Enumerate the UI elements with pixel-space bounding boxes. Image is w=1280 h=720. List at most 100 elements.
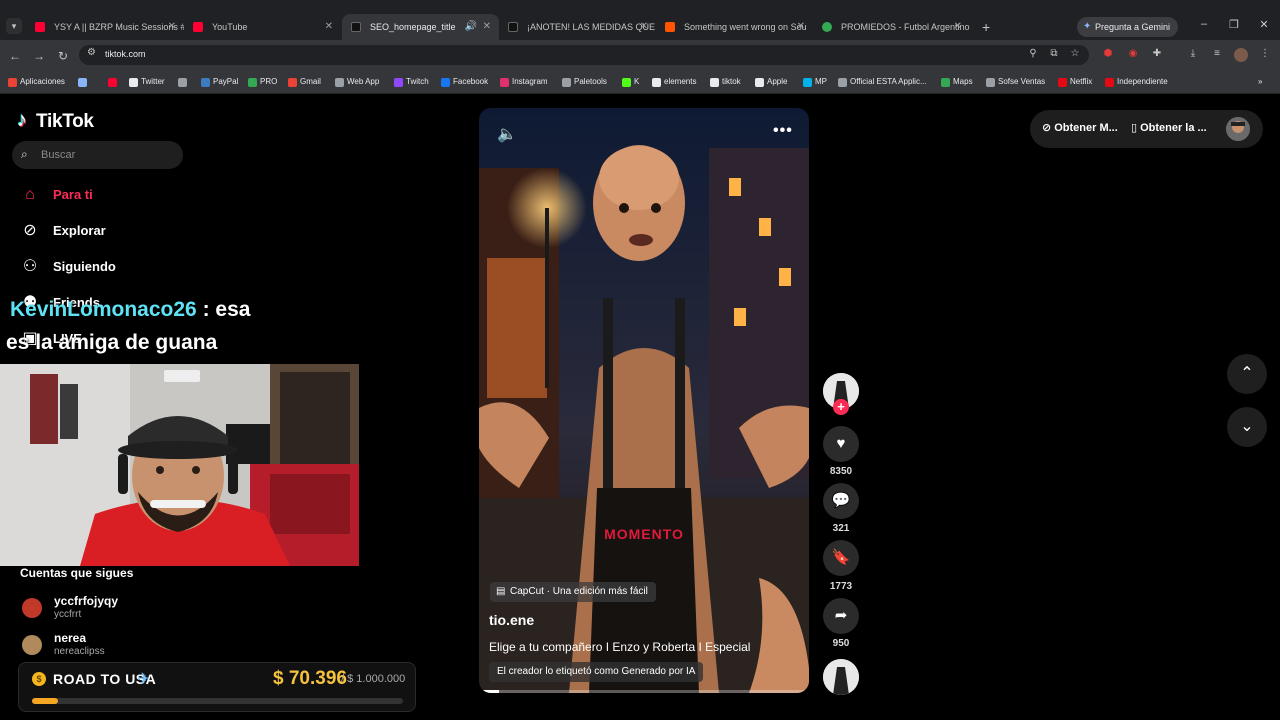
site-info-icon[interactable]: ⚙	[87, 47, 96, 58]
bookmark-star-icon[interactable]: ☆	[1068, 48, 1082, 62]
bookmark-item[interactable]: Web App	[335, 75, 379, 89]
menu-kebab-icon[interactable]: ⋮	[1258, 48, 1272, 62]
profile-avatar[interactable]	[1234, 48, 1248, 62]
extension-shield-icon[interactable]: ⬢	[1101, 48, 1115, 62]
browser-tab[interactable]: YouTube ✕	[184, 14, 341, 40]
video-player[interactable]: 🔈 ••• MOMENTO ▤ CapCut · Una edición más…	[479, 108, 809, 693]
bookmark-item[interactable]: MP	[803, 75, 827, 89]
bookmark-label: Official ESTA Applic...	[850, 77, 927, 86]
bookmark-item[interactable]: Maps	[941, 75, 973, 89]
more-bookmarks-icon[interactable]: »	[1246, 75, 1262, 89]
more-options-icon[interactable]: •••	[773, 122, 793, 140]
close-tab-icon[interactable]: ✕	[954, 14, 962, 40]
search-placeholder: Buscar	[41, 149, 76, 161]
share-button[interactable]: ➦	[823, 598, 859, 634]
logo-text: TikTok	[36, 111, 94, 132]
bookmark-item[interactable]: Sofse Ventas	[986, 75, 1045, 89]
get-app-button[interactable]: ▯ Obtener la ...	[1131, 121, 1207, 134]
account-name: yccfrfojyqy	[54, 594, 119, 608]
bookmark-item[interactable]: Aplicaciones	[8, 75, 65, 89]
close-tab-icon[interactable]: ✕	[483, 14, 491, 40]
follow-plus-button[interactable]: +	[833, 399, 849, 415]
bookmark-item[interactable]: K	[622, 75, 639, 89]
bookmark-favicon-icon	[1058, 78, 1067, 87]
bookmark-item[interactable]: Netflix	[1058, 75, 1092, 89]
video-progress-bar[interactable]	[479, 690, 809, 693]
following-account[interactable]: nerea nereaclipss	[20, 629, 220, 659]
zoom-icon[interactable]: ⚲	[1026, 48, 1040, 62]
tab-title: Something went wrong on Sou	[684, 22, 807, 32]
bookmark-item[interactable]: Gmail	[288, 75, 321, 89]
browser-tab[interactable]: ¡ANOTEN! LAS MEDIDAS QUE T ✕	[499, 14, 656, 40]
browser-tab[interactable]: PROMIEDOS - Futbol Argentino ✕	[813, 14, 970, 40]
top-right-actions: ⊘ Obtener M... ▯ Obtener la ...	[1030, 110, 1263, 148]
back-arrow-icon[interactable]: ←	[7, 48, 23, 64]
bookmark-label: elements	[664, 77, 697, 86]
bookmark-favicon-icon	[129, 78, 138, 87]
browser-tab[interactable]: YSY A || BZRP Music Sessions # ✕	[26, 14, 184, 40]
following-account[interactable]: yccfrfojyqy yccfrrt	[20, 592, 220, 622]
bookmark-item[interactable]	[108, 75, 120, 89]
bookmark-item[interactable]: Apple	[755, 75, 787, 89]
bookmark-item[interactable]: tiktok	[710, 75, 741, 89]
close-window-icon[interactable]: ✕	[1256, 18, 1272, 31]
extensions-puzzle-icon[interactable]: ✚	[1150, 48, 1164, 62]
nav-item-para-ti[interactable]: ⌂ Para ti	[20, 182, 220, 208]
bookmark-item[interactable]: Official ESTA Applic...	[838, 75, 927, 89]
webcam-image	[0, 364, 359, 566]
minimize-icon[interactable]: –	[1196, 18, 1212, 30]
bookmark-item[interactable]: Facebook	[441, 75, 488, 89]
comment-button[interactable]: 💬	[823, 483, 859, 519]
previous-video-button[interactable]: ⌃	[1227, 354, 1267, 394]
phone-icon: ▯	[1131, 122, 1138, 134]
close-tab-icon[interactable]: ✕	[640, 14, 648, 40]
next-video-button[interactable]: ⌄	[1227, 407, 1267, 447]
close-tab-icon[interactable]: ✕	[797, 14, 805, 40]
close-tab-icon[interactable]: ✕	[168, 14, 176, 40]
gemini-button[interactable]: ✦ Pregunta a Gemini	[1077, 17, 1179, 37]
forward-arrow-icon[interactable]: →	[31, 48, 47, 64]
bookmark-favicon-icon	[838, 78, 847, 87]
reload-icon[interactable]: ↻	[55, 48, 71, 64]
install-app-icon[interactable]: ⧉	[1047, 48, 1061, 62]
speaker-icon[interactable]: 🔊	[465, 14, 477, 40]
bookmark-item[interactable]: PRO	[248, 75, 277, 89]
volume-icon[interactable]: 🔈	[497, 124, 519, 146]
gemini-sparkle-icon: ✦	[1083, 21, 1092, 32]
bookmark-item[interactable]: Instagram	[500, 75, 548, 89]
close-tab-icon[interactable]: ✕	[325, 14, 333, 40]
browser-tab[interactable]: Something went wrong on Sou ✕	[656, 14, 813, 40]
bookmark-item[interactable]: PayPal	[201, 75, 238, 89]
sound-disc-image	[823, 659, 859, 695]
bookmark-item[interactable]	[178, 75, 190, 89]
media-control-icon[interactable]: ≡	[1210, 48, 1224, 62]
restore-icon[interactable]: ❐	[1226, 18, 1242, 31]
bookmark-item[interactable]: Paletools	[562, 75, 607, 89]
bookmark-favicon-icon	[986, 78, 995, 87]
bookmark-label: Aplicaciones	[20, 77, 65, 86]
new-tab-button[interactable]: +	[982, 14, 994, 40]
bookmark-item[interactable]: Independiente	[1105, 75, 1168, 89]
get-coins-button[interactable]: ⊘ Obtener M...	[1042, 121, 1118, 134]
video-author[interactable]: tio.ene	[489, 612, 534, 628]
capcut-badge[interactable]: ▤ CapCut · Una edición más fácil	[490, 582, 656, 602]
tab-search-button[interactable]: ▾	[6, 18, 22, 34]
sound-disc-avatar[interactable]	[823, 659, 859, 695]
browser-tab-active[interactable]: SEO_homepage_title 🔊 ✕	[342, 14, 499, 40]
bookmark-item[interactable]: Twitter	[129, 75, 165, 89]
like-button[interactable]: ♥	[823, 426, 859, 462]
bookmark-item[interactable]	[78, 75, 90, 89]
bookmark-item[interactable]: elements	[652, 75, 696, 89]
nav-item-siguiendo[interactable]: ⚇ Siguiendo	[20, 254, 220, 280]
profile-avatar[interactable]	[1226, 117, 1250, 141]
bookmark-item[interactable]: Twitch	[394, 75, 429, 89]
share-count: 950	[832, 638, 850, 649]
save-button[interactable]: 🔖	[823, 540, 859, 576]
nav-item-explorar[interactable]: ⊘ Explorar	[20, 218, 220, 244]
extension-red-icon[interactable]: ◉	[1126, 48, 1140, 62]
search-input[interactable]: ⌕ Buscar	[12, 141, 183, 169]
promiedos-favicon-icon	[822, 22, 832, 32]
address-bar[interactable]: ⚙ tiktok.com	[79, 45, 1089, 65]
video-description: Elige a tu compañero I Enzo y Roberta I …	[489, 640, 751, 654]
download-icon[interactable]: ⤓	[1186, 48, 1200, 62]
